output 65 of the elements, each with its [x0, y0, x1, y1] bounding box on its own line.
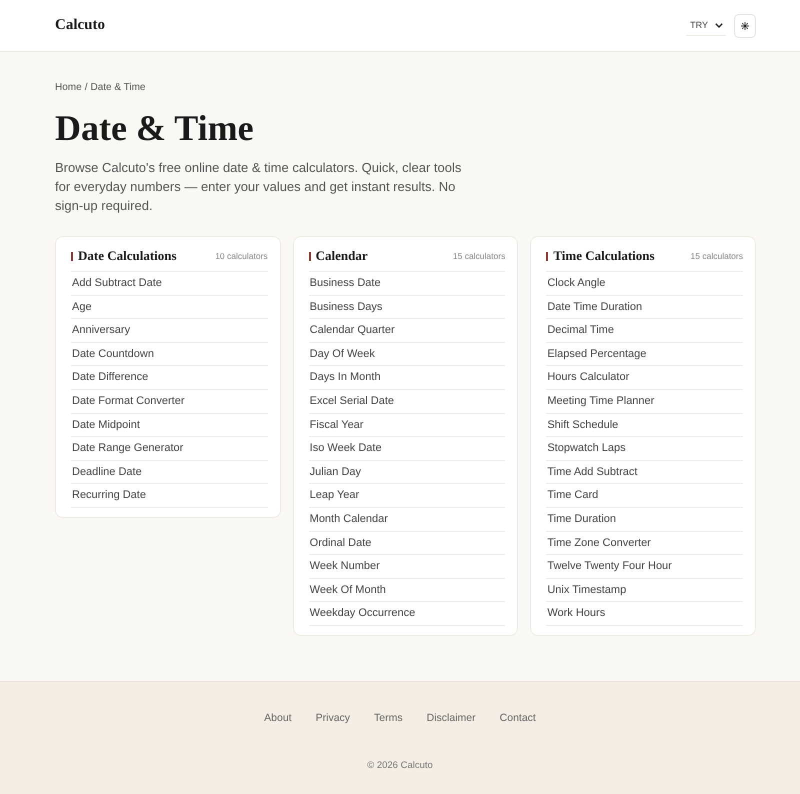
calculator-link[interactable]: Business Days [308, 300, 382, 313]
sun-icon [741, 22, 749, 30]
calculator-link[interactable]: Clock Angle [546, 277, 606, 289]
calculator-link[interactable]: Unix Timestamp [546, 584, 626, 596]
chevron-down-icon [715, 22, 723, 28]
calculator-count: 15 calculators [452, 250, 506, 262]
calculator-link[interactable]: Shift Schedule [546, 418, 618, 431]
calculator-link[interactable]: Meeting Time Planner [546, 394, 654, 407]
calculator-link[interactable]: Date Time Duration [546, 300, 642, 313]
calculator-link[interactable]: Iso Week Date [308, 442, 382, 454]
calculator-link[interactable]: Week Number [308, 560, 380, 572]
footer-link[interactable]: Disclaimer [426, 711, 476, 725]
accent-bar-icon [546, 252, 548, 260]
calculator-link[interactable]: Date Difference [71, 371, 148, 384]
calculator-link[interactable]: Time Card [546, 489, 598, 502]
calculator-link[interactable]: Work Hours [546, 607, 606, 620]
footer-link[interactable]: Privacy [316, 711, 350, 725]
calculator-link[interactable]: Date Midpoint [71, 418, 140, 431]
category-title: Calendar [316, 247, 369, 265]
calculator-link[interactable]: Decimal Time [546, 324, 614, 336]
calculator-link[interactable]: Time Add Subtract [546, 466, 638, 478]
calculator-link[interactable]: Week Of Month [308, 584, 386, 596]
footer-link[interactable]: Terms [374, 711, 403, 725]
category-title: Date Calculations [78, 247, 178, 265]
breadcrumb-separator: / [84, 81, 88, 95]
calculator-link[interactable]: Excel Serial Date [308, 394, 394, 407]
calculator-link[interactable]: Stopwatch Laps [546, 442, 626, 454]
footer-link[interactable]: About [264, 711, 292, 725]
accent-bar-icon [308, 252, 311, 260]
site-logo[interactable]: Calcuto [55, 17, 105, 34]
calculator-link[interactable]: Recurring Date [71, 489, 146, 502]
calculator-link[interactable]: Deadline Date [71, 466, 142, 478]
calculator-link[interactable]: Time Duration [546, 512, 616, 525]
calculator-link[interactable]: Fiscal Year [308, 418, 364, 431]
calculator-link[interactable]: Julian Day [308, 466, 362, 478]
calculator-link[interactable]: Age [71, 300, 92, 313]
calculator-link[interactable]: Leap Year [308, 489, 360, 502]
calculator-link[interactable]: Business Date [308, 277, 381, 289]
intro-paragraph: Browse Calcuto's free online date & time calculators. Quick, clear tools for everyday numbers — enter your values and get instant results. No sign-up required. [55, 159, 462, 215]
breadcrumb-link[interactable]: Home [55, 81, 82, 95]
calculator-link[interactable]: Date Countdown [71, 348, 154, 360]
calculator-link[interactable]: Elapsed Percentage [546, 348, 646, 360]
calculator-link[interactable]: Time Zone Converter [546, 536, 651, 549]
copyright-text: © 2026 Calcuto [367, 759, 433, 773]
footer-link[interactable]: Contact [500, 711, 536, 725]
accent-bar-icon [71, 252, 73, 260]
calculator-link[interactable]: Weekday Occurrence [308, 607, 416, 620]
theme-toggle-button[interactable] [734, 14, 756, 38]
calculator-link[interactable]: Hours Calculator [546, 371, 630, 384]
currency-select[interactable]: TRY [686, 16, 726, 36]
calculator-count: 10 calculators [215, 250, 268, 262]
calculator-link[interactable]: Add Subtract Date [71, 277, 162, 289]
calculator-link[interactable]: Date Range Generator [71, 442, 184, 454]
calculator-count: 15 calculators [690, 250, 743, 262]
calculator-link[interactable]: Twelve Twenty Four Hour [546, 560, 672, 572]
calculator-link[interactable]: Month Calendar [308, 512, 388, 525]
calculator-link[interactable]: Calendar Quarter [308, 324, 395, 336]
page-title: Date & Time [55, 107, 255, 150]
breadcrumb-current-page: Date & Time [90, 81, 146, 95]
category-title: Time Calculations [553, 247, 656, 265]
calculator-link[interactable]: Anniversary [71, 324, 130, 336]
calculator-link[interactable]: Ordinal Date [308, 536, 372, 549]
calculator-link[interactable]: Day Of Week [308, 348, 375, 360]
calculator-link[interactable]: Days In Month [308, 371, 381, 384]
calculator-link[interactable]: Date Format Converter [71, 394, 184, 407]
